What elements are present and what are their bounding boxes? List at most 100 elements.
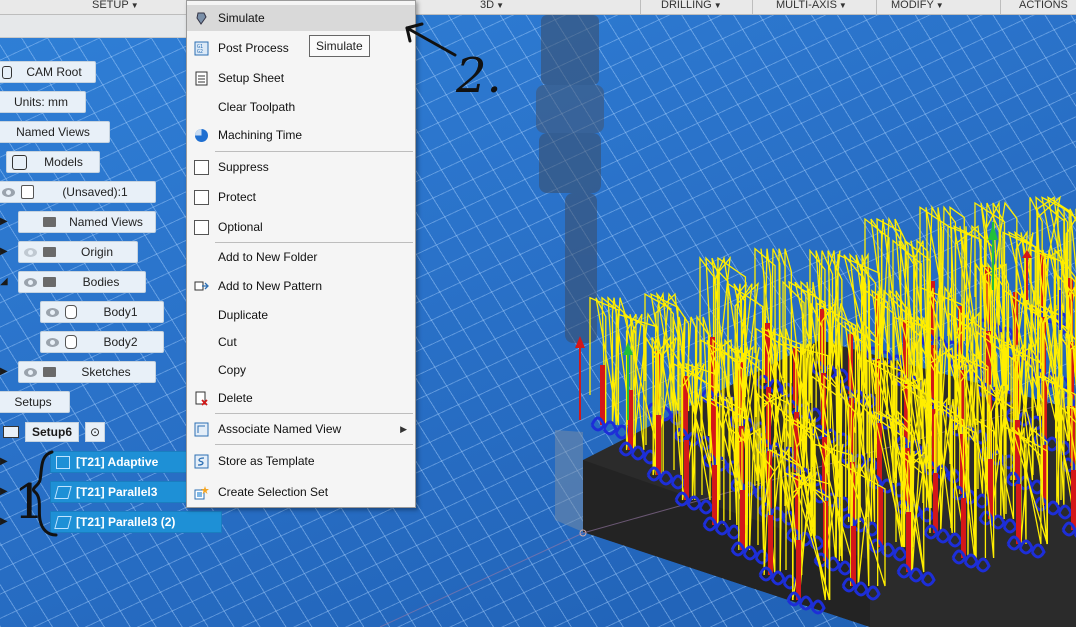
toolbar-divider bbox=[752, 0, 753, 14]
menu-separator bbox=[215, 413, 413, 414]
setup6-label: Setup6 bbox=[25, 422, 80, 442]
collapse-arrow-icon[interactable]: ◢ bbox=[0, 276, 8, 287]
menu-item-add-to-new-folder[interactable]: Add to New Folder bbox=[187, 244, 415, 270]
checkbox-icon[interactable] bbox=[194, 190, 209, 205]
menu-item-machining-time[interactable]: Machining Time bbox=[187, 122, 415, 148]
menu-separator bbox=[215, 242, 413, 243]
plunge-move bbox=[740, 490, 745, 550]
tree-node-body1[interactable]: Body1 bbox=[40, 301, 164, 323]
eye-icon[interactable] bbox=[2, 187, 15, 197]
selection-set-icon bbox=[194, 486, 209, 500]
expand-arrow-icon[interactable]: ▶ bbox=[0, 516, 8, 527]
submenu-arrow-icon: ▶ bbox=[400, 423, 407, 434]
toolbar-multi-axis-menu[interactable]: MULTI-AXIS ▼ bbox=[776, 0, 847, 11]
plunge-move bbox=[906, 512, 911, 572]
rapid-move-path bbox=[864, 216, 909, 356]
tree-node-unsaved-model[interactable]: (Unsaved):1 bbox=[0, 181, 156, 203]
tree-node-units[interactable]: Units: mm bbox=[0, 91, 86, 113]
menu-item-protect[interactable]: Protect bbox=[187, 184, 415, 210]
menu-item-clear-toolpath[interactable]: Clear Toolpath bbox=[187, 94, 415, 120]
expand-arrow-icon[interactable]: ▶ bbox=[0, 216, 8, 227]
tree-node-op-parallel3[interactable]: [T21] Parallel3 bbox=[50, 481, 190, 503]
tree-node-models[interactable]: Models bbox=[6, 151, 100, 173]
cutting-move bbox=[590, 416, 606, 432]
eye-icon[interactable] bbox=[24, 367, 37, 377]
menu-item-duplicate[interactable]: Duplicate bbox=[187, 302, 415, 328]
expand-arrow-icon[interactable]: ▶ bbox=[0, 456, 8, 467]
cam-toolbar: SETUP ▼ 3D ▼ DRILLING ▼ MULTI-AXIS ▼ MODIFY ▼… bbox=[0, 0, 1076, 15]
plunge-move bbox=[1071, 470, 1076, 530]
tree-node-setups[interactable]: Setups bbox=[0, 391, 70, 413]
cam-root-icon bbox=[2, 65, 12, 79]
body-icon bbox=[65, 305, 77, 319]
toolbar-drilling-menu[interactable]: DRILLING ▼ bbox=[661, 0, 722, 11]
menu-item-suppress[interactable]: Suppress bbox=[187, 154, 415, 180]
eye-icon[interactable] bbox=[46, 307, 59, 317]
adaptive-op-icon bbox=[56, 455, 70, 469]
plunge-move bbox=[961, 498, 966, 558]
plunge-move bbox=[656, 415, 661, 475]
folder-icon bbox=[43, 277, 56, 287]
plunge-move bbox=[600, 365, 605, 425]
menu-separator bbox=[215, 444, 413, 445]
plunge-move bbox=[684, 440, 689, 500]
folder-icon bbox=[43, 367, 56, 377]
browser-header bbox=[0, 15, 190, 38]
simulate-tooltip: Simulate bbox=[309, 35, 370, 57]
expand-arrow-icon[interactable]: ▶ bbox=[0, 246, 8, 257]
eye-icon[interactable] bbox=[24, 277, 37, 287]
menu-item-simulate[interactable]: Simulate bbox=[187, 5, 415, 31]
menu-item-cut[interactable]: Cut bbox=[187, 329, 415, 355]
toolbar-modify-menu[interactable]: MODIFY ▼ bbox=[891, 0, 944, 11]
menu-item-create-selection-set[interactable]: Create Selection Set bbox=[187, 479, 415, 505]
menu-item-post-process[interactable]: G1 G2 Post Process bbox=[187, 35, 415, 61]
menu-item-copy[interactable]: Copy bbox=[187, 357, 415, 383]
tree-node-sketches[interactable]: Sketches bbox=[18, 361, 156, 383]
component-icon bbox=[21, 185, 34, 199]
menu-item-store-as-template[interactable]: Store as Template bbox=[187, 448, 415, 474]
menu-separator bbox=[215, 151, 413, 152]
tree-node-named-views-folder[interactable]: Named Views bbox=[18, 211, 156, 233]
menu-item-optional[interactable]: Optional bbox=[187, 214, 415, 240]
expand-arrow-icon[interactable]: ▶ bbox=[0, 366, 8, 377]
menu-item-add-to-new-pattern[interactable]: Add to New Pattern bbox=[187, 273, 415, 299]
toolbar-3d-menu[interactable]: 3D ▼ bbox=[480, 0, 504, 11]
menu-item-setup-sheet[interactable]: Setup Sheet bbox=[187, 65, 415, 91]
tree-node-op-parallel3-2[interactable]: [T21] Parallel3 (2) bbox=[50, 511, 222, 533]
folder-icon bbox=[43, 247, 56, 257]
menu-item-associate-named-view[interactable]: Associate Named View ▶ bbox=[187, 416, 415, 442]
tree-node-origin[interactable]: Origin bbox=[18, 241, 138, 263]
tree-node-bodies[interactable]: Bodies bbox=[18, 271, 146, 293]
simulate-icon bbox=[196, 12, 207, 25]
setup-icon bbox=[3, 426, 19, 438]
setup-sheet-icon bbox=[195, 71, 208, 86]
toolbar-divider bbox=[640, 0, 641, 14]
tree-node-named-views[interactable]: Named Views bbox=[0, 121, 110, 143]
axis-line bbox=[379, 532, 584, 627]
tree-node-body2[interactable]: Body2 bbox=[40, 331, 164, 353]
expand-arrow-icon[interactable]: ▶ bbox=[0, 486, 8, 497]
toolbar-divider bbox=[876, 0, 877, 14]
plunge-move bbox=[768, 515, 773, 575]
eye-icon[interactable] bbox=[46, 337, 59, 347]
template-icon bbox=[194, 454, 209, 469]
checkbox-icon[interactable] bbox=[194, 160, 209, 175]
tree-node-setup6[interactable]: Setup6 ⊙ bbox=[0, 421, 130, 443]
toolbar-divider bbox=[1000, 0, 1001, 14]
cutting-move bbox=[602, 420, 618, 436]
checkbox-icon[interactable] bbox=[194, 220, 209, 235]
svg-text:G2: G2 bbox=[197, 49, 203, 55]
body-icon bbox=[65, 335, 77, 349]
tree-node-cam-root[interactable]: CAM Root bbox=[0, 61, 96, 83]
plunge-move bbox=[712, 465, 717, 525]
eye-hidden-icon[interactable] bbox=[24, 247, 37, 257]
models-icon bbox=[12, 154, 27, 170]
plunge-move bbox=[878, 487, 883, 547]
menu-item-delete[interactable]: Delete bbox=[187, 385, 415, 411]
plunge-move bbox=[1016, 484, 1021, 544]
plunge-move bbox=[796, 540, 801, 600]
activate-setup-icon[interactable]: ⊙ bbox=[85, 422, 106, 442]
toolbar-actions-menu[interactable]: ACTIONS bbox=[1019, 0, 1068, 11]
tree-node-op-adaptive[interactable]: [T21] Adaptive bbox=[50, 451, 190, 473]
toolbar-setup-menu[interactable]: SETUP ▼ bbox=[92, 0, 139, 11]
